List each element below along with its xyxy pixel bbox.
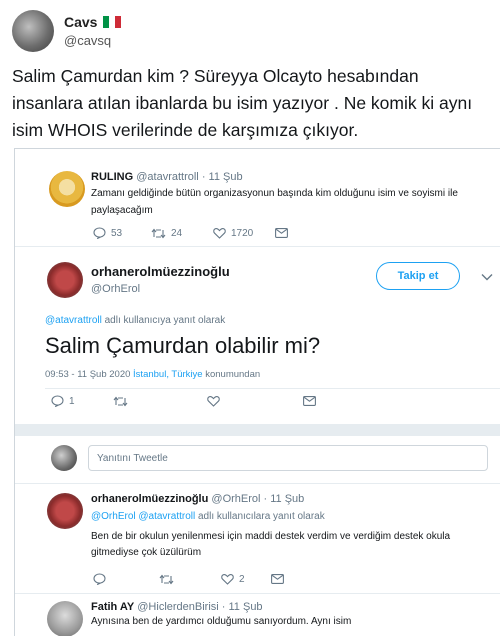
tweet-author-handle-date[interactable]: @HiclerdenBirisi · 11 Şub (137, 601, 262, 613)
retweet-icon (113, 396, 128, 407)
tweet-text: Zamanı geldiğinde bütün organizasyonun b… (91, 188, 458, 216)
like-button[interactable]: 1720 (213, 227, 275, 239)
reply-icon (93, 227, 106, 239)
envelope-icon (303, 396, 316, 406)
outer-user-handle[interactable]: @cavsq (64, 33, 121, 48)
heart-icon (207, 395, 220, 407)
retweet-button[interactable] (159, 574, 221, 585)
tweet-header: orhanerolmüezzinoğlu @OrhErol · 11 Şub (91, 493, 304, 505)
like-button[interactable]: 2 (221, 573, 271, 585)
message-button[interactable] (275, 228, 288, 238)
message-button[interactable] (271, 574, 284, 584)
tweet-text: Ben de bir okulun yenilenmesi için maddi… (91, 531, 451, 558)
tweet-author-name[interactable]: Fatih AY (91, 601, 134, 613)
avatar (51, 445, 77, 471)
avatar[interactable] (47, 601, 83, 636)
tweet-author-handle-date[interactable]: @OrhErol · 11 Şub (211, 493, 304, 505)
tweet-timestamp[interactable]: 09:53 - 11 Şub 2020 (45, 369, 133, 380)
retweet-button[interactable]: 24 (151, 228, 213, 239)
outer-tweet-text: Salim Çamurdan kim ? Süreyya Olcayto hes… (12, 66, 473, 140)
reply-button[interactable]: 1 (51, 395, 113, 407)
reply-icon (93, 573, 106, 585)
reply-icon (51, 395, 64, 407)
envelope-icon (275, 228, 288, 238)
envelope-icon (271, 574, 284, 584)
reply-context: @atavrattroll adlı kullanıcıya yanıt ola… (45, 315, 225, 326)
divider (15, 483, 500, 484)
follow-button[interactable]: Takip et (376, 262, 460, 290)
tweet-location-suffix: konumundan (202, 369, 261, 380)
reply-count: 53 (111, 227, 123, 239)
reply-count: 1 (69, 395, 75, 407)
tweet-author-name[interactable]: orhanerolmüezzinoğlu (91, 264, 230, 279)
like-button[interactable] (207, 395, 303, 407)
embedded-thread-screenshot: RULING @atavrattroll · 11 Şub Zamanı gel… (14, 148, 500, 636)
reply-button[interactable]: 53 (93, 227, 151, 239)
avatar[interactable] (47, 262, 83, 298)
avatar[interactable] (47, 493, 83, 529)
divider (15, 593, 500, 594)
reply-context: @OrhErol @atavrattroll adlı kullanıcılar… (91, 511, 325, 522)
tweet-author-handle[interactable]: @OrhErol (91, 283, 140, 295)
outer-user-info: Cavs @cavsq (64, 14, 122, 48)
tweet-date[interactable]: · 11 Şub (202, 171, 243, 183)
heart-icon (213, 227, 226, 239)
message-button[interactable] (303, 396, 316, 406)
like-count: 1720 (231, 227, 254, 239)
tweet-actions: 53 24 1720 (93, 227, 288, 239)
reply-context-user[interactable]: @atavrattroll (45, 315, 102, 326)
like-count: 2 (239, 573, 245, 585)
heart-icon (221, 573, 234, 585)
italy-flag-icon (103, 16, 122, 28)
reply-context-text: adlı kullanıcıya yanıt olarak (101, 315, 226, 326)
tweet-author-name[interactable]: RULING (91, 171, 133, 183)
reply-context-text: adlı kullanıcılara yanıt olarak (195, 511, 325, 522)
retweet-button[interactable] (113, 396, 207, 407)
divider (45, 388, 500, 389)
tweet-author-handle[interactable]: @atavrattroll (136, 171, 199, 183)
retweet-icon (159, 574, 174, 585)
outer-display-name[interactable]: Cavs (64, 14, 97, 30)
tweet-actions: 2 (93, 573, 284, 585)
outer-tweet-header: Cavs @cavsq (12, 10, 122, 52)
section-separator (15, 424, 500, 436)
outer-user-name[interactable]: Cavs (64, 14, 122, 30)
tweet-header: Fatih AY @HiclerdenBirisi · 11 Şub (91, 601, 263, 613)
tweet-text: Aynısına ben de yardımcı olduğumu sanıyo… (91, 616, 352, 627)
tweet-text: Salim Çamurdan olabilir mi? (45, 333, 321, 358)
tweet-ruling[interactable]: RULING @atavrattroll · 11 Şub Zamanı gel… (15, 149, 500, 247)
retweet-count: 24 (171, 227, 183, 239)
avatar[interactable] (12, 10, 54, 52)
chevron-down-icon[interactable] (481, 273, 493, 281)
reply-button[interactable] (93, 573, 159, 585)
tweet-meta: 09:53 - 11 Şub 2020 İstanbul, Türkiye ko… (45, 369, 260, 380)
tweet-author-name[interactable]: orhanerolmüezzinoğlu (91, 493, 208, 505)
tweet-header: RULING @atavrattroll · 11 Şub (91, 171, 243, 183)
tweet-actions: 1 (51, 395, 316, 407)
reply-input[interactable]: Yanıtını Tweetle (88, 445, 488, 471)
tweet-location[interactable]: İstanbul, Türkiye (133, 369, 203, 380)
retweet-icon (151, 228, 166, 239)
reply-context-users[interactable]: @OrhErol @atavrattroll (91, 511, 195, 522)
avatar[interactable] (49, 171, 85, 207)
